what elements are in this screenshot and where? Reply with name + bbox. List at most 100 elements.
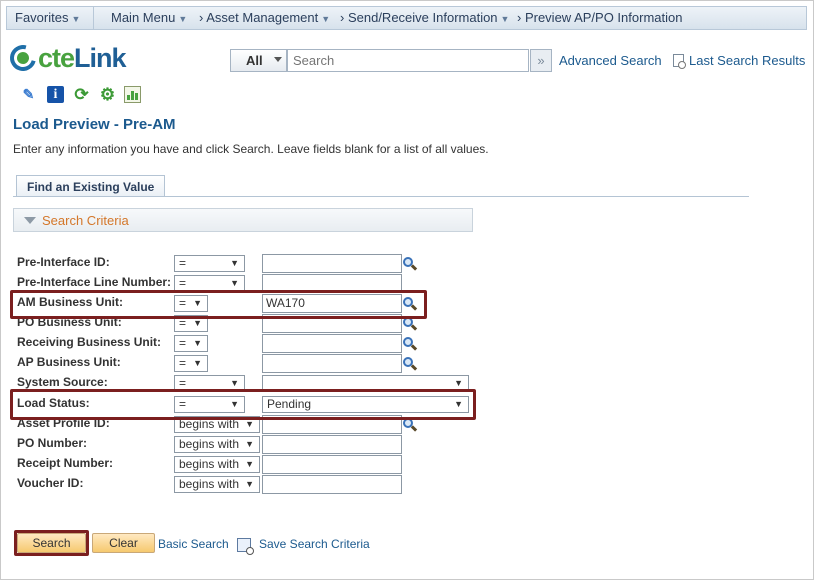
search-criteria-label: Search Criteria bbox=[42, 213, 129, 228]
chevron-down-icon: ▼ bbox=[193, 338, 202, 348]
last-search-results-link[interactable]: Last Search Results bbox=[673, 53, 806, 69]
global-search-input[interactable] bbox=[287, 49, 529, 72]
edit-icon[interactable]: ✎ bbox=[20, 86, 37, 103]
breadcrumb-send-receive[interactable]: › Send/Receive Information ▼ bbox=[340, 10, 509, 25]
info-icon[interactable]: i bbox=[47, 86, 64, 103]
operator-value: = bbox=[179, 397, 187, 411]
search-criteria-header[interactable]: Search Criteria bbox=[13, 208, 473, 232]
clear-button[interactable]: Clear bbox=[92, 533, 155, 553]
chevron-down-icon: ▼ bbox=[500, 14, 510, 24]
breadcrumb-preview[interactable]: › Preview AP/PO Information bbox=[517, 10, 682, 25]
operator-select[interactable]: begins with ▼ bbox=[174, 436, 260, 453]
chevron-down-icon: ▼ bbox=[245, 439, 254, 449]
last-search-results-label: Last Search Results bbox=[689, 53, 806, 68]
chevron-down-icon: ▼ bbox=[245, 459, 254, 469]
main-menu-label: Main Menu bbox=[111, 10, 176, 25]
chevron-down-icon: ▼ bbox=[321, 14, 331, 24]
operator-select[interactable]: = ▼ bbox=[174, 335, 208, 352]
field-label: Pre-Interface Line Number: bbox=[17, 275, 172, 289]
lookup-icon[interactable] bbox=[403, 337, 418, 351]
field-label: PO Business Unit: bbox=[17, 315, 122, 329]
chevron-down-icon: ▼ bbox=[230, 399, 239, 409]
operator-select[interactable]: = ▼ bbox=[174, 375, 245, 392]
operator-select[interactable]: = ▼ bbox=[174, 315, 208, 332]
chevron-down-icon: ▼ bbox=[178, 14, 188, 24]
field-label: Load Status: bbox=[17, 396, 90, 410]
form-row-receipt-number: Receipt Number: begins with ▼ bbox=[0, 455, 814, 475]
lookup-icon[interactable] bbox=[403, 357, 418, 371]
operator-value: = bbox=[179, 256, 187, 270]
load-status-value: Pending bbox=[267, 397, 312, 411]
field-label: AM Business Unit: bbox=[17, 295, 124, 309]
favorites-label: Favorites bbox=[15, 10, 69, 25]
search-results-icon bbox=[673, 54, 686, 69]
field-label: Voucher ID: bbox=[17, 476, 84, 490]
search-scope-dropdown[interactable]: All bbox=[230, 49, 287, 72]
chevron-down-icon: ▼ bbox=[193, 318, 202, 328]
chevron-down-icon: ▼ bbox=[193, 298, 202, 308]
operator-select[interactable]: = ▼ bbox=[174, 396, 245, 413]
breadcrumb-label: Asset Management bbox=[206, 10, 319, 25]
po-number-input[interactable] bbox=[262, 435, 402, 454]
search-button[interactable]: Search bbox=[17, 533, 86, 553]
operator-select[interactable]: begins with ▼ bbox=[174, 416, 260, 433]
chevron-down-icon: ▼ bbox=[230, 378, 239, 388]
load-status-select[interactable]: Pending ▼ bbox=[262, 396, 469, 413]
form-row-asset-profile-id: Asset Profile ID: begins with ▼ bbox=[0, 415, 814, 435]
field-label: AP Business Unit: bbox=[17, 355, 121, 369]
po-business-unit-input[interactable] bbox=[262, 314, 402, 333]
chevron-down-icon: ▼ bbox=[454, 378, 463, 388]
search-scope-label: All bbox=[246, 53, 263, 68]
gear-icon[interactable]: ⚙ bbox=[99, 86, 116, 103]
search-go-button[interactable]: » bbox=[530, 49, 552, 72]
pre-interface-id-input[interactable] bbox=[262, 254, 402, 273]
operator-select[interactable]: = ▼ bbox=[174, 255, 245, 272]
pre-interface-line-input[interactable] bbox=[262, 274, 402, 293]
operator-select[interactable]: begins with ▼ bbox=[174, 476, 260, 493]
form-row-ap-business-unit: AP Business Unit: = ▼ bbox=[0, 354, 814, 374]
logo-text-link: Link bbox=[74, 42, 127, 73]
form-row-voucher-id: Voucher ID: begins with ▼ bbox=[0, 475, 814, 495]
operator-value: begins with bbox=[179, 477, 240, 491]
chart-icon[interactable] bbox=[124, 86, 141, 103]
voucher-id-input[interactable] bbox=[262, 475, 402, 494]
chevron-down-icon bbox=[274, 57, 282, 62]
collapse-triangle-icon bbox=[24, 217, 36, 224]
operator-value: = bbox=[179, 376, 187, 390]
form-row-pre-interface-id: Pre-Interface ID: = ▼ bbox=[0, 254, 814, 274]
lookup-icon[interactable] bbox=[403, 297, 418, 311]
basic-search-link[interactable]: Basic Search bbox=[158, 537, 229, 551]
asset-profile-id-input[interactable] bbox=[262, 415, 402, 434]
chevron-down-icon: ▼ bbox=[454, 399, 463, 409]
field-label: Asset Profile ID: bbox=[17, 416, 110, 430]
operator-select[interactable]: = ▼ bbox=[174, 275, 245, 292]
lookup-icon[interactable] bbox=[403, 418, 418, 432]
operator-select[interactable]: begins with ▼ bbox=[174, 456, 260, 473]
save-search-icon[interactable] bbox=[237, 538, 254, 555]
chevron-down-icon: ▼ bbox=[245, 419, 254, 429]
field-label: Pre-Interface ID: bbox=[17, 255, 110, 269]
system-source-select[interactable]: ▼ bbox=[262, 375, 469, 392]
lookup-icon[interactable] bbox=[403, 257, 418, 271]
advanced-search-link[interactable]: Advanced Search bbox=[559, 53, 662, 68]
main-menu[interactable]: Main Menu ▼ bbox=[111, 10, 187, 25]
save-search-criteria-link[interactable]: Save Search Criteria bbox=[259, 537, 370, 551]
form-row-am-business-unit: AM Business Unit: = ▼ WA170 bbox=[0, 294, 814, 314]
receiving-business-unit-input[interactable] bbox=[262, 334, 402, 353]
tab-find-existing-value[interactable]: Find an Existing Value bbox=[16, 175, 166, 197]
operator-value: begins with bbox=[179, 437, 240, 451]
operator-select[interactable]: = ▼ bbox=[174, 355, 208, 372]
ap-business-unit-input[interactable] bbox=[262, 354, 402, 373]
operator-value: = bbox=[179, 316, 187, 330]
favorites-menu[interactable]: Favorites ▼ bbox=[15, 10, 80, 25]
receipt-number-input[interactable] bbox=[262, 455, 402, 474]
refresh-icon[interactable]: ⟳ bbox=[73, 86, 90, 103]
divider bbox=[93, 7, 94, 29]
operator-value: begins with bbox=[179, 417, 240, 431]
page-title: Load Preview - Pre-AM bbox=[13, 116, 176, 133]
am-business-unit-input[interactable]: WA170 bbox=[262, 294, 402, 313]
lookup-icon[interactable] bbox=[403, 317, 418, 331]
operator-select[interactable]: = ▼ bbox=[174, 295, 208, 312]
breadcrumb-asset-management[interactable]: › Asset Management ▼ bbox=[199, 10, 330, 25]
operator-value: begins with bbox=[179, 457, 240, 471]
